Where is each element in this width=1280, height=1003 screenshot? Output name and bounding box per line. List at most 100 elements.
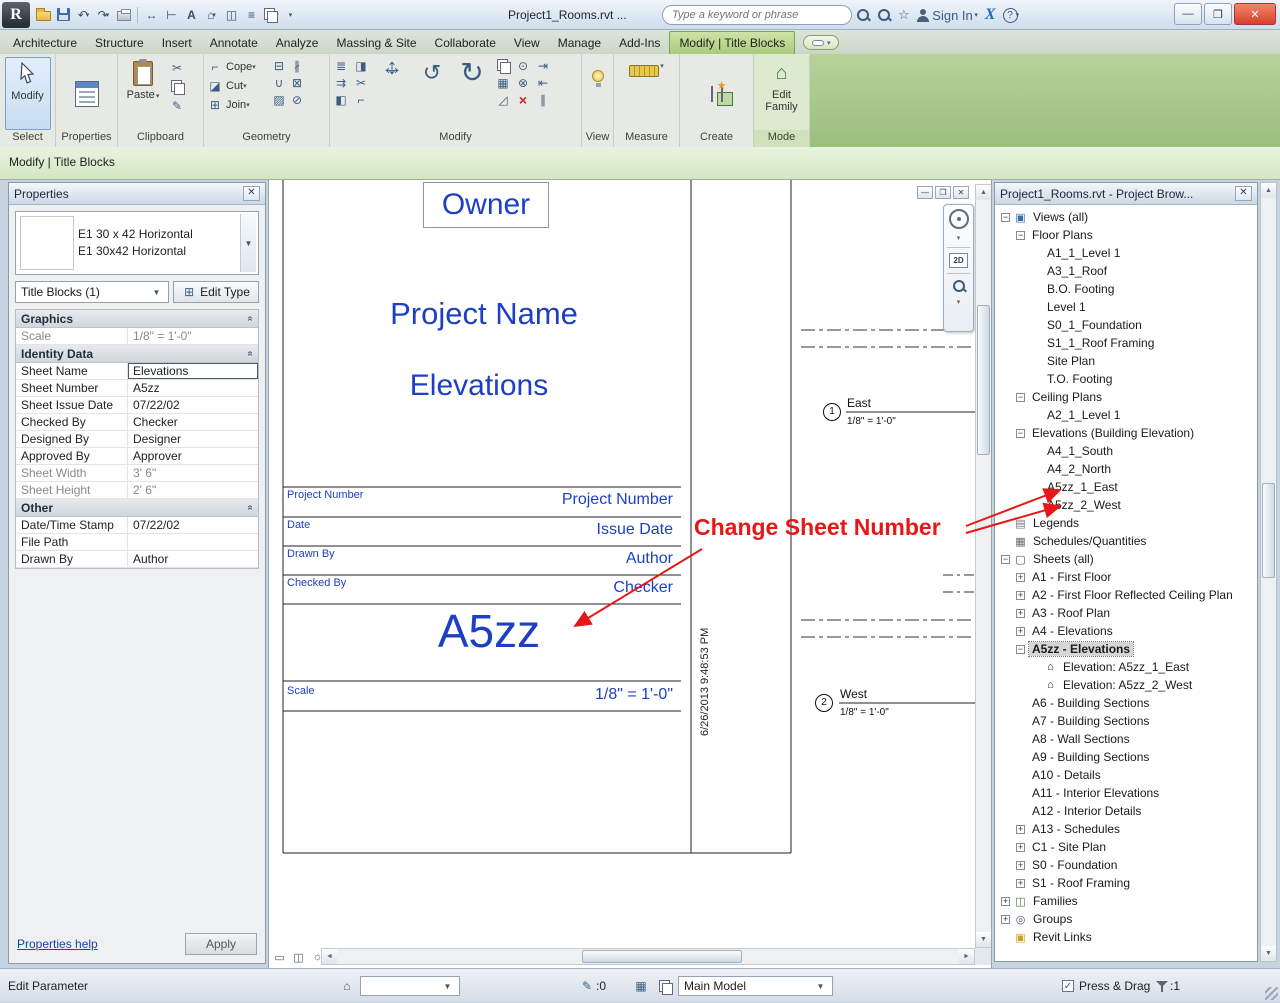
scroll-right-icon[interactable]: ►	[959, 949, 974, 964]
collapse-icon[interactable]: −	[1001, 213, 1010, 222]
open-button[interactable]	[34, 5, 53, 25]
rotate-button[interactable]: ↻	[452, 57, 492, 89]
tab-collaborate[interactable]: Collaborate	[426, 32, 505, 54]
element-filter-combo[interactable]: Title Blocks (1) ▼	[15, 281, 169, 303]
minimize-button[interactable]: —	[1174, 3, 1202, 25]
tab-analyze[interactable]: Analyze	[267, 32, 328, 54]
split-icon[interactable]: ✂	[352, 74, 370, 91]
tree-item[interactable]: +C1 - Site Plan	[995, 838, 1257, 856]
default-3d-view-button[interactable]: ⌂▾	[202, 5, 221, 25]
properties-help-link[interactable]: Properties help	[17, 937, 98, 951]
pin-icon[interactable]: ⊙	[514, 57, 532, 74]
field-value[interactable]: Author	[473, 550, 673, 568]
array-icon[interactable]: ▦	[494, 74, 512, 91]
scale-icon[interactable]: ◿	[494, 91, 512, 108]
modify-tool-button[interactable]: Modify	[5, 57, 51, 130]
tree-item[interactable]: S1_1_Roof Framing	[995, 334, 1257, 352]
tree-item[interactable]: ⌂Elevation: A5zz_2_West	[995, 676, 1257, 694]
expand-icon[interactable]: +	[1016, 573, 1025, 582]
project-browser-header[interactable]: Project1_Rooms.rvt - Project Brow... ✕	[995, 183, 1257, 205]
apply-button[interactable]: Apply	[185, 933, 257, 955]
property-value[interactable]	[128, 534, 258, 550]
collapse-chevron-icon[interactable]: «	[245, 505, 256, 511]
beam-joins-icon[interactable]: ∦	[288, 57, 306, 74]
split-face-icon[interactable]: ▨	[270, 91, 288, 108]
help-search-box[interactable]	[662, 5, 852, 25]
tree-item[interactable]: A4_1_South	[995, 442, 1257, 460]
edit-family-button[interactable]: ⌂ Edit Family	[759, 57, 805, 130]
tree-item[interactable]: −Floor Plans	[995, 226, 1257, 244]
unpin-icon[interactable]: ⊗	[514, 74, 532, 91]
aligned-dimension-button[interactable]: ⊢	[162, 5, 181, 25]
tree-item[interactable]: A4_2_North	[995, 460, 1257, 478]
expand-icon[interactable]: +	[1001, 897, 1010, 906]
close-button[interactable]: ✕	[1234, 3, 1276, 25]
tree-item[interactable]: +S1 - Roof Framing	[995, 874, 1257, 892]
properties-palette-header[interactable]: Properties ✕	[9, 183, 265, 205]
field-value[interactable]: Checker	[473, 579, 673, 597]
project-name-label[interactable]: Project Name	[339, 296, 629, 332]
paste-button[interactable]: Paste ▾	[120, 57, 166, 130]
tree-item[interactable]: Level 1	[995, 298, 1257, 316]
align-icon[interactable]: ≣	[332, 57, 350, 74]
canvas-vertical-scrollbar[interactable]: ▲ ▼	[975, 184, 992, 948]
tree-item[interactable]: +◎Groups	[995, 910, 1257, 928]
text-button[interactable]: A	[182, 5, 201, 25]
close-icon[interactable]: ✕	[243, 186, 260, 201]
switch-windows-button[interactable]: ▾	[262, 5, 281, 25]
scroll-down-icon[interactable]: ▼	[1261, 946, 1276, 961]
paint-icon[interactable]: ⊘	[288, 91, 306, 108]
tree-item[interactable]: +S0 - Foundation	[995, 856, 1257, 874]
collapse-icon[interactable]: −	[1016, 393, 1025, 402]
field-value[interactable]: Project Number	[473, 491, 673, 509]
search-button[interactable]	[856, 8, 870, 22]
canvas-horizontal-scrollbar[interactable]: ◄ ►	[321, 948, 975, 965]
extend-icon[interactable]: ⇥	[534, 57, 552, 74]
expand-icon[interactable]: +	[1016, 609, 1025, 618]
sheet-title-label[interactable]: Elevations	[364, 369, 594, 403]
undo-button[interactable]: ↶▾	[74, 5, 93, 25]
panel-state-toggle[interactable]: ▾	[803, 35, 839, 50]
communication-center-button[interactable]	[877, 8, 891, 22]
collapse-chevron-icon[interactable]: «	[245, 351, 256, 357]
expand-icon[interactable]: +	[1001, 915, 1010, 924]
thin-lines-button[interactable]: ≡	[242, 5, 261, 25]
cut-to-clipboard-icon[interactable]: ✂	[168, 59, 186, 76]
demolish-icon[interactable]: ⊠	[288, 74, 306, 91]
cope-button[interactable]: ⌐Cope▾	[206, 57, 268, 76]
view-close-icon[interactable]: ✕	[953, 186, 969, 199]
tab-view[interactable]: View	[505, 32, 549, 54]
expand-icon[interactable]: +	[1016, 843, 1025, 852]
tree-item[interactable]: ▣Revit Links	[995, 928, 1257, 946]
tab-modify-title-blocks[interactable]: Modify | Title Blocks	[669, 31, 795, 54]
customize-qat-button[interactable]: ▾	[282, 5, 301, 25]
viewport-detail-number[interactable]: 1	[823, 403, 841, 421]
viewport-detail-number[interactable]: 2	[815, 694, 833, 712]
exchange-apps-button[interactable]: X	[985, 6, 996, 24]
options-pick-icon[interactable]	[656, 978, 674, 995]
type-selector[interactable]: E1 30 x 42 Horizontal E1 30x42 Horizonta…	[15, 211, 259, 275]
property-value[interactable]: Checker	[128, 414, 258, 430]
viewport-name[interactable]: West	[840, 687, 867, 701]
property-value[interactable]: 07/22/02	[128, 397, 258, 413]
tree-item[interactable]: A3_1_Roof	[995, 262, 1257, 280]
drawing-area[interactable]: Owner Project Name Elevations Project Nu…	[268, 180, 992, 968]
sun-path-icon[interactable]: ☼	[310, 950, 325, 964]
move-button[interactable]	[372, 57, 412, 89]
design-option-selector[interactable]: Main Model▼	[678, 976, 833, 996]
trim-icon[interactable]: ⌐	[352, 91, 370, 108]
help-button[interactable]: ?▾	[1003, 8, 1020, 23]
save-button[interactable]	[54, 5, 73, 25]
delete-icon[interactable]: ×	[514, 91, 532, 108]
zoom-icon[interactable]	[952, 279, 966, 293]
redo-button[interactable]: ↷▾	[94, 5, 113, 25]
expand-icon[interactable]: +	[1016, 591, 1025, 600]
tree-item[interactable]: ▦Schedules/Quantities	[995, 532, 1257, 550]
scale-value[interactable]: 1/8" = 1'-0"	[473, 686, 673, 704]
collapse-chevron-icon[interactable]: «	[245, 316, 256, 322]
worksets-button[interactable]: ⌂	[338, 969, 356, 1003]
chevron-down-icon[interactable]: ▼	[240, 214, 256, 272]
owner-label[interactable]: Owner	[423, 182, 549, 228]
tree-item[interactable]: +A4 - Elevations	[995, 622, 1257, 640]
create-group-button[interactable]	[711, 87, 713, 101]
